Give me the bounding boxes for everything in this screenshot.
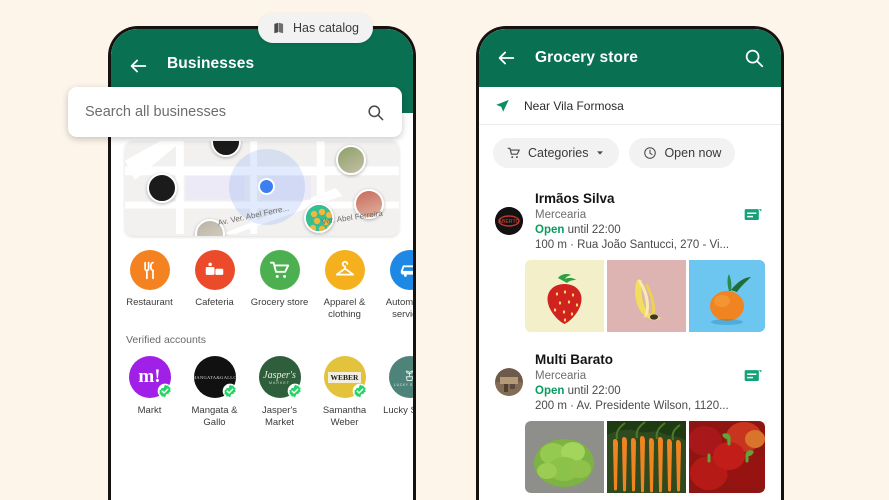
verified-badge-icon	[287, 383, 302, 399]
storefront-photo-avatar	[495, 368, 523, 396]
grocery-appbar: Grocery store	[479, 29, 781, 87]
catalog-message-icon	[744, 370, 762, 381]
category-automotive-services[interactable]: Automotive services	[377, 250, 413, 321]
account-label: Markt	[137, 405, 162, 416]
verified-account-samantha-weber[interactable]: WEBER Samantha Weber	[312, 356, 377, 429]
listing-status-hours: until 22:00	[564, 224, 621, 236]
carrots-photo[interactable]	[607, 421, 686, 493]
search-icon[interactable]	[366, 103, 385, 122]
listing-action[interactable]	[743, 205, 765, 251]
aberto-sign-avatar: ABERTO	[495, 207, 523, 235]
nearby-map[interactable]: Av. Ver. Abel Ferre... Ver. Abel Ferreir…	[125, 141, 399, 236]
listing-category: Mercearia	[535, 370, 587, 382]
account-label: Jasper's Market	[261, 405, 298, 428]
map-pin-business[interactable]	[147, 173, 177, 203]
verified-account-lucky-shrub[interactable]: LUCKY SHRUB Lucky Shrub	[377, 356, 413, 429]
listing-status: Open until 22:00	[535, 224, 731, 236]
listing-status-open: Open	[535, 224, 565, 236]
listing-status: Open until 22:00	[535, 385, 731, 397]
filter-chip-label: Open now	[664, 146, 722, 160]
verified-accounts-list: m! Markt MANGATA&GALLO Mangata & Gallo J…	[111, 346, 413, 429]
chevron-down-icon	[597, 151, 604, 155]
listing-thumbnails[interactable]	[525, 421, 765, 493]
search-placeholder: Search all businesses	[85, 104, 227, 120]
listing-item[interactable]: ABERTO Irmãos Silva Mercearia Open until…	[479, 181, 781, 332]
account-label: Lucky Shrub	[383, 405, 413, 416]
banana-photo[interactable]	[607, 260, 686, 332]
svg-text:ABERTO: ABERTO	[498, 219, 519, 225]
listing-status-hours: until 22:00	[564, 385, 621, 397]
lettuce-photo[interactable]	[525, 421, 604, 493]
clothes-hanger-icon	[324, 250, 365, 290]
location-bar[interactable]: Near Vila Formosa	[479, 87, 781, 125]
listing-item[interactable]: Multi Barato Mercearia Open until 22:00 …	[479, 342, 781, 493]
category-label: Apparel & clothing	[323, 297, 366, 320]
phone-mockup-grocery-store: Grocery store Near Vila Formosa Categori…	[476, 26, 784, 500]
avatar: LUCKY SHRUB	[388, 356, 413, 398]
category-apparel-clothing[interactable]: Apparel & clothing	[312, 250, 377, 321]
category-restaurant[interactable]: Restaurant	[117, 250, 182, 321]
red-peppers-photo[interactable]	[689, 421, 765, 493]
navigation-arrow-icon	[496, 99, 509, 112]
verified-account-jaspers-market[interactable]: Jasper's MARKET Jasper's Market	[247, 356, 312, 429]
category-list: Restaurant Cafeteria Grocery store Appar…	[111, 236, 413, 321]
filter-chip-open-now[interactable]: Open now	[629, 138, 736, 168]
arrow-left-icon[interactable]	[127, 55, 149, 77]
category-cafeteria[interactable]: Cafeteria	[182, 250, 247, 321]
catalog-message-icon	[744, 209, 762, 220]
screenshot-root: Businesses Nearby Vila Formosa	[0, 0, 889, 500]
page-title: Businesses	[167, 55, 255, 72]
tangerine-photo[interactable]	[689, 260, 765, 332]
listing-thumbnails[interactable]	[525, 260, 765, 332]
verified-badge-icon	[157, 383, 172, 399]
shopping-cart-icon	[259, 250, 300, 290]
catalog-book-icon	[274, 22, 284, 34]
strawberry-photo[interactable]	[525, 260, 604, 332]
shopping-cart-icon	[507, 147, 520, 159]
listing-name: Irmãos Silva	[535, 191, 615, 206]
page-title: Grocery store	[535, 49, 638, 66]
filter-chip-label: Has catalog	[293, 21, 360, 35]
listing-action[interactable]	[743, 366, 765, 412]
listing-address: 100 m · Rua João Santucci, 270 - Vi...	[535, 239, 730, 251]
fork-knife-icon	[129, 250, 170, 290]
listing-address: 200 m · Av. Presidente Wilson, 1120...	[535, 400, 729, 412]
grocery-store-screen: Grocery store Near Vila Formosa Categori…	[479, 29, 781, 500]
search-input[interactable]: Search all businesses	[68, 87, 402, 137]
filter-chip-row: Categories Open now	[479, 125, 781, 181]
category-grocery-store[interactable]: Grocery store	[247, 250, 312, 321]
verified-account-mangata-gallo[interactable]: MANGATA&GALLO Mangata & Gallo	[182, 356, 247, 429]
category-label: Automotive services	[385, 297, 413, 320]
category-label: Cafeteria	[195, 297, 234, 308]
account-label: Samantha Weber	[322, 405, 367, 428]
account-label: Mangata & Gallo	[191, 405, 238, 428]
search-icon[interactable]	[743, 47, 765, 69]
avatar	[495, 368, 523, 396]
avatar: ABERTO	[495, 207, 523, 235]
filter-chip-has-catalog[interactable]: Has catalog	[258, 13, 374, 43]
verified-badge-icon	[352, 383, 367, 399]
verified-account-markt[interactable]: m! Markt	[117, 356, 182, 429]
plant-icon	[405, 370, 413, 381]
clock-icon	[644, 147, 657, 159]
listing-name: Multi Barato	[535, 352, 614, 367]
map-pin-business[interactable]	[336, 145, 366, 175]
listing-category: Mercearia	[535, 209, 587, 221]
location-bar-text: Near Vila Formosa	[524, 98, 624, 113]
food-tray-icon	[194, 250, 235, 290]
filter-chip-categories[interactable]: Categories	[493, 138, 620, 168]
arrow-left-icon[interactable]	[495, 47, 517, 69]
filter-chip-label: Categories	[528, 146, 589, 160]
car-icon	[389, 250, 413, 290]
listing-status-open: Open	[535, 385, 565, 397]
verified-accounts-title: Verified accounts	[126, 334, 206, 346]
current-location-dot	[258, 178, 275, 195]
category-label: Restaurant	[126, 297, 173, 308]
verified-badge-icon	[222, 383, 237, 399]
category-label: Grocery store	[250, 297, 309, 308]
